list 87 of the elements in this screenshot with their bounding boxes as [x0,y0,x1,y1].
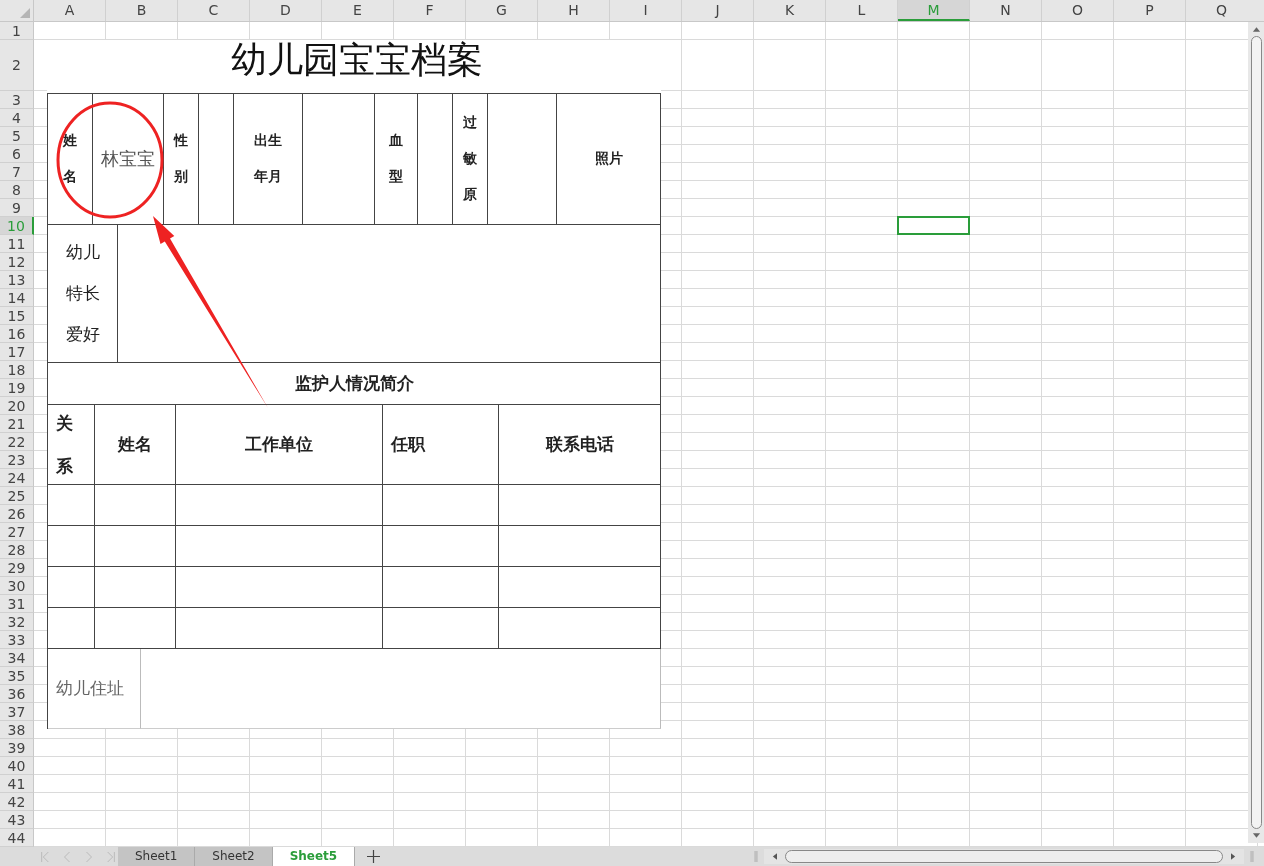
row-header[interactable]: 33 [0,631,34,649]
column-header[interactable]: I [610,0,682,21]
sheet-tab[interactable]: Sheet1 [118,847,196,866]
sheet-tab[interactable]: Sheet2 [195,847,273,866]
horizontal-scrollbar[interactable] [764,849,1244,864]
vertical-scrollbar[interactable] [1248,22,1264,843]
row-header[interactable]: 21 [0,415,34,433]
row-header[interactable]: 29 [0,559,34,577]
column-header[interactable]: P [1114,0,1186,21]
scroll-left-icon[interactable] [772,852,777,861]
column-heading-cell: 任职 [383,405,499,485]
row-header[interactable]: 26 [0,505,34,523]
row-header[interactable]: 1 [0,22,34,40]
address-label-cell: 幼儿住址 [48,649,141,729]
column-header[interactable]: H [538,0,610,21]
row-header[interactable]: 36 [0,685,34,703]
column-heading-cell: 联系电话 [499,405,661,485]
row-header[interactable]: 30 [0,577,34,595]
label-cell: 过 敏 原 [453,94,488,225]
row-header[interactable]: 3 [0,91,34,109]
label-cell: 幼儿 特长 爱好 [48,225,118,363]
corner-triangle-icon [20,8,30,18]
row-header[interactable]: 14 [0,289,34,307]
row-header[interactable]: 6 [0,145,34,163]
row-header[interactable]: 16 [0,325,34,343]
row-header[interactable]: 12 [0,253,34,271]
row-header[interactable]: 2 [0,40,34,91]
row-header[interactable]: 4 [0,109,34,127]
row-header[interactable]: 18 [0,361,34,379]
label-cell: 照片 [557,94,661,225]
scroll-down-icon[interactable] [1251,833,1261,839]
column-header[interactable]: E [322,0,394,21]
row-header[interactable]: 28 [0,541,34,559]
row-header[interactable]: 15 [0,307,34,325]
label-cell: 出生 年月 [234,94,303,225]
column-header[interactable]: O [1042,0,1114,21]
row-header[interactable]: 40 [0,757,34,775]
row-header[interactable]: 17 [0,343,34,361]
row-header[interactable]: 7 [0,163,34,181]
row-header[interactable]: 31 [0,595,34,613]
row-header[interactable]: 38 [0,721,34,739]
row-header[interactable]: 37 [0,703,34,721]
row-header[interactable]: 41 [0,775,34,793]
row-header[interactable]: 24 [0,469,34,487]
scroll-up-icon[interactable] [1251,26,1261,32]
row-header[interactable]: 11 [0,235,34,253]
column-header[interactable]: K [754,0,826,21]
row-header[interactable]: 9 [0,199,34,217]
column-header[interactable]: N [970,0,1042,21]
column-heading-cell: 关 系 [48,405,95,485]
label-cell: 姓 名 [48,94,93,225]
row-header[interactable]: 22 [0,433,34,451]
row-header[interactable]: 44 [0,829,34,847]
label-cell: 性 别 [164,94,199,225]
scroll-right-icon[interactable] [1231,852,1236,861]
add-sheet-icon[interactable] [367,850,381,863]
column-header[interactable]: C [178,0,250,21]
row-header[interactable]: 27 [0,523,34,541]
row-header[interactable]: 23 [0,451,34,469]
column-header[interactable]: Q [1186,0,1248,21]
row-header[interactable]: 13 [0,271,34,289]
label-cell: 血 型 [375,94,418,225]
column-header[interactable]: A [34,0,106,21]
row-header[interactable]: 42 [0,793,34,811]
section-title-cell: 监护人情况简介 [48,363,661,405]
row-header[interactable]: 8 [0,181,34,199]
column-heading-cell: 姓名 [95,405,176,485]
row-header[interactable]: 34 [0,649,34,667]
row-header[interactable]: 43 [0,811,34,829]
row-header[interactable]: 20 [0,397,34,415]
row-header[interactable]: 19 [0,379,34,397]
scroll-thumb[interactable] [785,850,1223,863]
column-header[interactable]: F [394,0,466,21]
row-header[interactable]: 35 [0,667,34,685]
column-header[interactable]: J [682,0,754,21]
row-header[interactable]: 39 [0,739,34,757]
row-header[interactable]: 32 [0,613,34,631]
sheet-title: 幼儿园宝宝档案 [230,40,484,82]
row-header[interactable]: 5 [0,127,34,145]
column-header[interactable]: G [466,0,538,21]
scroll-thumb[interactable] [1250,36,1262,829]
row-header[interactable]: 25 [0,487,34,505]
sheet-tab[interactable]: Sheet5 [272,847,356,866]
column-header[interactable]: B [106,0,178,21]
column-heading-cell: 工作单位 [176,405,383,485]
selected-cell[interactable] [897,216,970,235]
column-header[interactable]: D [250,0,322,21]
